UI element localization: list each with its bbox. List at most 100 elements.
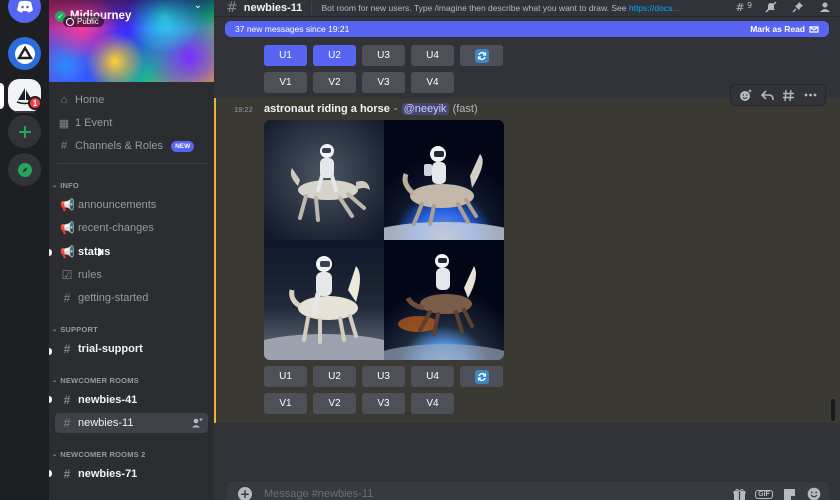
u3-button[interactable]: U3 — [362, 366, 405, 387]
create-thread-icon[interactable] — [782, 88, 796, 102]
channel-recent-changes[interactable]: 📢 recent-changes — [55, 218, 208, 238]
explore-servers-icon[interactable] — [8, 153, 41, 186]
sticker-icon[interactable] — [781, 486, 797, 500]
user-mention[interactable]: @neeyik — [401, 103, 449, 115]
v3-button[interactable]: V3 — [362, 393, 405, 414]
chevron-down-icon: ⌄ — [52, 378, 58, 384]
reroll-button[interactable] — [460, 45, 503, 66]
nav-home-label: Home — [75, 94, 105, 106]
v3-button[interactable]: V3 — [362, 72, 405, 93]
message-actions-bar — [730, 84, 826, 106]
channel-topic[interactable]: Bot room for new users. Type /imagine th… — [321, 3, 679, 13]
channel-title: newbies-11 — [243, 2, 303, 14]
discord-home-icon[interactable] — [8, 0, 41, 23]
channel-newbies-71[interactable]: # newbies-71 — [55, 464, 208, 484]
upscale-button-row: U1 U2 U3 U4 — [264, 366, 503, 387]
channel-label: recent-changes — [78, 222, 154, 234]
header-toolbar: #9 — [733, 0, 832, 14]
generated-image-grid[interactable] — [264, 120, 504, 360]
hash-icon: # — [226, 0, 238, 16]
more-options-icon[interactable] — [803, 88, 817, 102]
generated-image-2[interactable] — [384, 120, 504, 240]
channel-newbies-41[interactable]: # newbies-41 — [55, 390, 208, 410]
channel-label: newbies-71 — [78, 468, 138, 480]
channel-label: rules — [78, 269, 102, 281]
add-reaction-icon[interactable] — [739, 88, 753, 102]
v4-button[interactable]: V4 — [411, 72, 454, 93]
nav-home[interactable]: ⌂ Home — [57, 90, 105, 110]
channel-trial-support[interactable]: # trial-support — [55, 339, 208, 359]
v2-button[interactable]: V2 — [313, 393, 356, 414]
megaphone-icon: 📢 — [60, 245, 75, 259]
gift-icon[interactable] — [731, 486, 747, 500]
generation-speed: (fast) — [452, 103, 478, 115]
u2-button[interactable]: U2 — [313, 366, 356, 387]
new-messages-bar[interactable]: 37 new messages since 19:21 Mark as Read — [225, 21, 829, 37]
channel-label: announcements — [78, 199, 157, 211]
emoji-icon[interactable] — [806, 486, 822, 500]
channel-header: # newbies-11 Bot room for new users. Typ… — [214, 0, 840, 17]
generated-image-3[interactable] — [264, 240, 384, 360]
nav-channels-roles-label: Channels & Roles — [75, 140, 164, 152]
channel-topic-text: Bot room for new users. Type /imagine th… — [321, 3, 627, 13]
v2-button[interactable]: V2 — [313, 72, 356, 93]
nav-events[interactable]: ▦ 1 Event — [57, 113, 113, 133]
public-label: Public — [77, 17, 99, 26]
v1-button[interactable]: V1 — [264, 72, 307, 93]
selected-server-pill — [0, 83, 4, 109]
category-newcomer-rooms-2[interactable]: ⌄ NEWCOMER ROOMS 2 — [52, 450, 146, 459]
u4-button[interactable]: U4 — [411, 45, 454, 66]
channel-announcements[interactable]: 📢 announcements — [55, 195, 208, 215]
add-server-icon[interactable] — [8, 115, 41, 148]
mute-bell-icon[interactable] — [764, 0, 778, 14]
header-divider — [311, 2, 313, 14]
u1-button[interactable]: U1 — [264, 45, 307, 66]
u4-button[interactable]: U4 — [411, 366, 454, 387]
scrollbar-thumb[interactable] — [831, 399, 835, 421]
category-support[interactable]: ⌄ SUPPORT — [52, 325, 98, 334]
channel-label: status — [78, 246, 111, 258]
globe-icon — [66, 17, 74, 26]
discord-window: 1 ✓ Midjourney ⌄ Public ⌂ Home ▦ 1 Event — [0, 0, 840, 500]
u3-button[interactable]: U3 — [362, 45, 405, 66]
chat-area: # newbies-11 Bot room for new users. Typ… — [214, 0, 840, 500]
category-info[interactable]: ⌄ INFO — [52, 181, 79, 190]
new-messages-text: 37 new messages since 19:21 — [235, 24, 350, 34]
threads-icon[interactable]: #9 — [733, 0, 752, 14]
chevron-down-icon[interactable]: ⌄ — [194, 0, 202, 11]
generated-image-4[interactable] — [384, 240, 504, 360]
generated-image-1[interactable] — [264, 120, 384, 240]
category-newcomer-rooms[interactable]: ⌄ NEWCOMER ROOMS — [52, 376, 139, 385]
u1-button[interactable]: U1 — [264, 366, 307, 387]
channel-rules[interactable]: ☑ rules — [55, 265, 208, 285]
calendar-icon: ▦ — [58, 117, 70, 130]
v1-button[interactable]: V1 — [264, 393, 307, 414]
composer-toolbar: GIF — [731, 486, 822, 500]
mark-as-read-button[interactable]: Mark as Read — [750, 24, 819, 34]
channel-getting-started[interactable]: # getting-started — [55, 288, 208, 308]
message-input[interactable] — [264, 488, 704, 500]
channel-newbies-11[interactable]: # newbies-11 — [55, 413, 208, 433]
mark-as-read-label: Mark as Read — [750, 24, 805, 34]
gif-icon[interactable]: GIF — [755, 486, 773, 500]
server-icon-delta[interactable] — [8, 37, 41, 70]
docs-link[interactable]: https://docs... — [629, 3, 680, 13]
attach-plus-icon[interactable]: + — [238, 487, 252, 500]
pin-icon[interactable] — [791, 0, 805, 14]
add-member-icon[interactable] — [191, 417, 203, 429]
channel-status[interactable]: 📢 status — [55, 242, 208, 262]
category-support-label: SUPPORT — [60, 325, 98, 334]
hash-icon: # — [63, 342, 71, 356]
channel-label: newbies-41 — [78, 394, 138, 406]
channel-label: newbies-11 — [78, 417, 134, 429]
reroll-button[interactable] — [460, 366, 503, 387]
message-dash: - — [393, 103, 398, 115]
public-tag: Public — [63, 16, 104, 27]
reply-icon[interactable] — [760, 88, 774, 102]
u2-button[interactable]: U2 — [313, 45, 356, 66]
v4-button[interactable]: V4 — [411, 393, 454, 414]
nav-channels-roles[interactable]: # Channels & Roles NEW — [57, 136, 195, 156]
thread-count: 9 — [747, 1, 753, 10]
member-list-icon[interactable] — [818, 0, 832, 14]
sidebar-divider — [57, 163, 207, 164]
